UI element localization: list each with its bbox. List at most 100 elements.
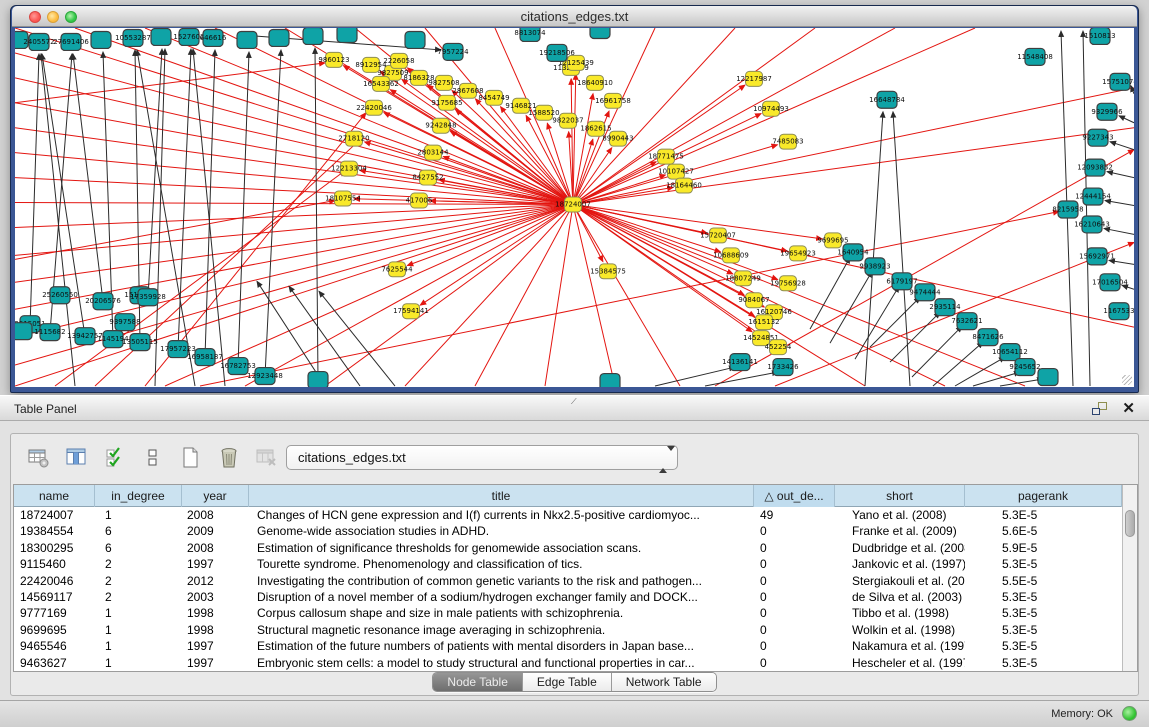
graph-node[interactable] (337, 28, 357, 42)
table-cell[interactable]: 0 (754, 523, 835, 539)
tab-edge-table[interactable]: Edge Table (523, 673, 612, 691)
table-cell[interactable]: 18724007 (14, 507, 95, 523)
table-cell[interactable]: Estimation of the future numbers of pati… (249, 638, 754, 654)
table-cell[interactable]: Estimation of significance thresholds fo… (249, 540, 754, 556)
table-row[interactable]: 1830029562008Estimation of significance … (14, 540, 1122, 556)
memory-ok-indicator[interactable] (1122, 706, 1137, 721)
table-cell[interactable]: Changes of HCN gene expression and I(f) … (249, 507, 754, 523)
table-cell[interactable]: 0 (754, 655, 835, 671)
table-row[interactable]: 1938455462009Genome-wide association stu… (14, 523, 1122, 539)
window-titlebar[interactable]: citations_edges.txt (12, 6, 1137, 27)
table-row[interactable]: 946554611997Estimation of the future num… (14, 638, 1122, 654)
graph-node[interactable] (15, 323, 32, 340)
table-cell[interactable]: 1 (95, 507, 182, 523)
graph-node[interactable] (1038, 369, 1058, 386)
table-cell[interactable]: 5.3E-5 (965, 622, 1122, 638)
table-cell[interactable]: 9463627 (14, 655, 95, 671)
table-row[interactable]: 1872400712008Changes of HCN gene express… (14, 507, 1122, 523)
table-mode-icon[interactable] (25, 444, 53, 472)
table-cell[interactable]: 0 (754, 622, 835, 638)
table-cell[interactable]: 5.5E-5 (965, 573, 1122, 589)
table-cell[interactable]: Embryonic stem cells: a model to study s… (249, 655, 754, 671)
table-cell[interactable]: 0 (754, 573, 835, 589)
table-cell[interactable]: 2 (95, 589, 182, 605)
table-cell[interactable]: 5.3E-5 (965, 638, 1122, 654)
table-cell[interactable]: Hescheler et al. (1997) (835, 655, 965, 671)
table-cell[interactable]: Nakamura et al. (1997) (835, 638, 965, 654)
table-cell[interactable]: 1998 (182, 605, 249, 621)
canvas-resize-grip[interactable] (1122, 375, 1132, 385)
column-header[interactable]: in_degree (95, 485, 182, 507)
table-cell[interactable]: 1997 (182, 638, 249, 654)
graph-node[interactable] (269, 29, 289, 46)
table-cell[interactable]: 6 (95, 540, 182, 556)
table-cell[interactable]: Yano et al. (2008) (835, 507, 965, 523)
table-cell[interactable]: 9777169 (14, 605, 95, 621)
table-cell[interactable]: Franke et al. (2009) (835, 523, 965, 539)
graph-node[interactable] (237, 31, 257, 48)
column-header[interactable]: short (835, 485, 965, 507)
table-cell[interactable]: 2012 (182, 573, 249, 589)
table-cell[interactable]: Tourette syndrome. Phenomenology and cla… (249, 556, 754, 572)
column-header[interactable]: △ out_de... (754, 485, 835, 507)
table-cell[interactable]: de Silva et al. (2003) (835, 589, 965, 605)
table-cell[interactable]: Corpus callosum shape and size in male p… (249, 605, 754, 621)
graph-node[interactable] (151, 28, 171, 45)
table-cell[interactable]: 2008 (182, 507, 249, 523)
table-cell[interactable]: Tibbo et al. (1998) (835, 605, 965, 621)
graph-node[interactable] (405, 31, 425, 48)
graph-node[interactable] (600, 374, 620, 387)
table-cell[interactable]: Stergiakouli et al. (2012) (835, 573, 965, 589)
float-panel-icon[interactable] (1092, 402, 1107, 415)
graph-node[interactable] (590, 28, 610, 38)
table-cell[interactable]: 14569117 (14, 589, 95, 605)
destroy-table-icon[interactable] (253, 444, 281, 472)
table-cell[interactable]: 9115460 (14, 556, 95, 572)
table-cell[interactable]: 5.9E-5 (965, 540, 1122, 556)
graph-node[interactable] (91, 31, 111, 48)
table-cell[interactable]: Structural magnetic resonance image aver… (249, 622, 754, 638)
table-cell[interactable]: 1997 (182, 655, 249, 671)
table-cell[interactable]: 0 (754, 638, 835, 654)
delete-table-icon[interactable] (215, 444, 243, 472)
table-cell[interactable]: 2003 (182, 589, 249, 605)
column-header[interactable]: year (182, 485, 249, 507)
table-cell[interactable]: 2 (95, 573, 182, 589)
table-cell[interactable]: 9699695 (14, 622, 95, 638)
select-columns-icon[interactable] (101, 444, 129, 472)
table-cell[interactable]: 2009 (182, 523, 249, 539)
graph-node[interactable] (303, 28, 323, 44)
table-cell[interactable]: Disruption of a novel member of a sodium… (249, 589, 754, 605)
table-selector-dropdown[interactable]: citations_edges.txt (286, 445, 678, 470)
table-row[interactable]: 977716911998Corpus callosum shape and si… (14, 605, 1122, 621)
column-header[interactable]: pagerank (965, 485, 1122, 507)
table-cell[interactable]: 1 (95, 655, 182, 671)
table-cell[interactable]: 0 (754, 605, 835, 621)
table-cell[interactable]: 0 (754, 556, 835, 572)
table-cell[interactable]: 19384554 (14, 523, 95, 539)
column-header[interactable]: name (14, 485, 95, 507)
table-cell[interactable]: 1 (95, 605, 182, 621)
table-cell[interactable]: 2 (95, 556, 182, 572)
panel-resize-grip[interactable]: ⟋ (571, 398, 580, 405)
tab-node-table[interactable]: Node Table (433, 673, 523, 691)
table-row[interactable]: 946362711997Embryonic stem cells: a mode… (14, 655, 1122, 671)
table-cell[interactable]: 1 (95, 622, 182, 638)
table-cell[interactable]: Investigating the contribution of common… (249, 573, 754, 589)
table-cell[interactable]: 1997 (182, 556, 249, 572)
column-header[interactable]: title (249, 485, 754, 507)
close-panel-icon[interactable]: ✕ (1122, 399, 1135, 417)
table-cell[interactable]: 18300295 (14, 540, 95, 556)
table-row[interactable]: 1456911722003Disruption of a novel membe… (14, 589, 1122, 605)
table-row[interactable]: 911546021997Tourette syndrome. Phenomeno… (14, 556, 1122, 572)
table-cell[interactable]: Wolkin et al. (1998) (835, 622, 965, 638)
table-cell[interactable]: 5.3E-5 (965, 507, 1122, 523)
network-canvas[interactable]: 1872400711325419186409101696175818626158… (15, 28, 1134, 387)
table-cell[interactable]: 5.3E-5 (965, 605, 1122, 621)
graph-node[interactable] (308, 372, 328, 387)
table-cell[interactable]: 22420046 (14, 573, 95, 589)
table-cell[interactable]: 49 (754, 507, 835, 523)
table-cell[interactable]: 0 (754, 589, 835, 605)
table-cell[interactable]: Dudbridge et al. (2008) (835, 540, 965, 556)
table-cell[interactable]: Jankovic et al. (1997) (835, 556, 965, 572)
